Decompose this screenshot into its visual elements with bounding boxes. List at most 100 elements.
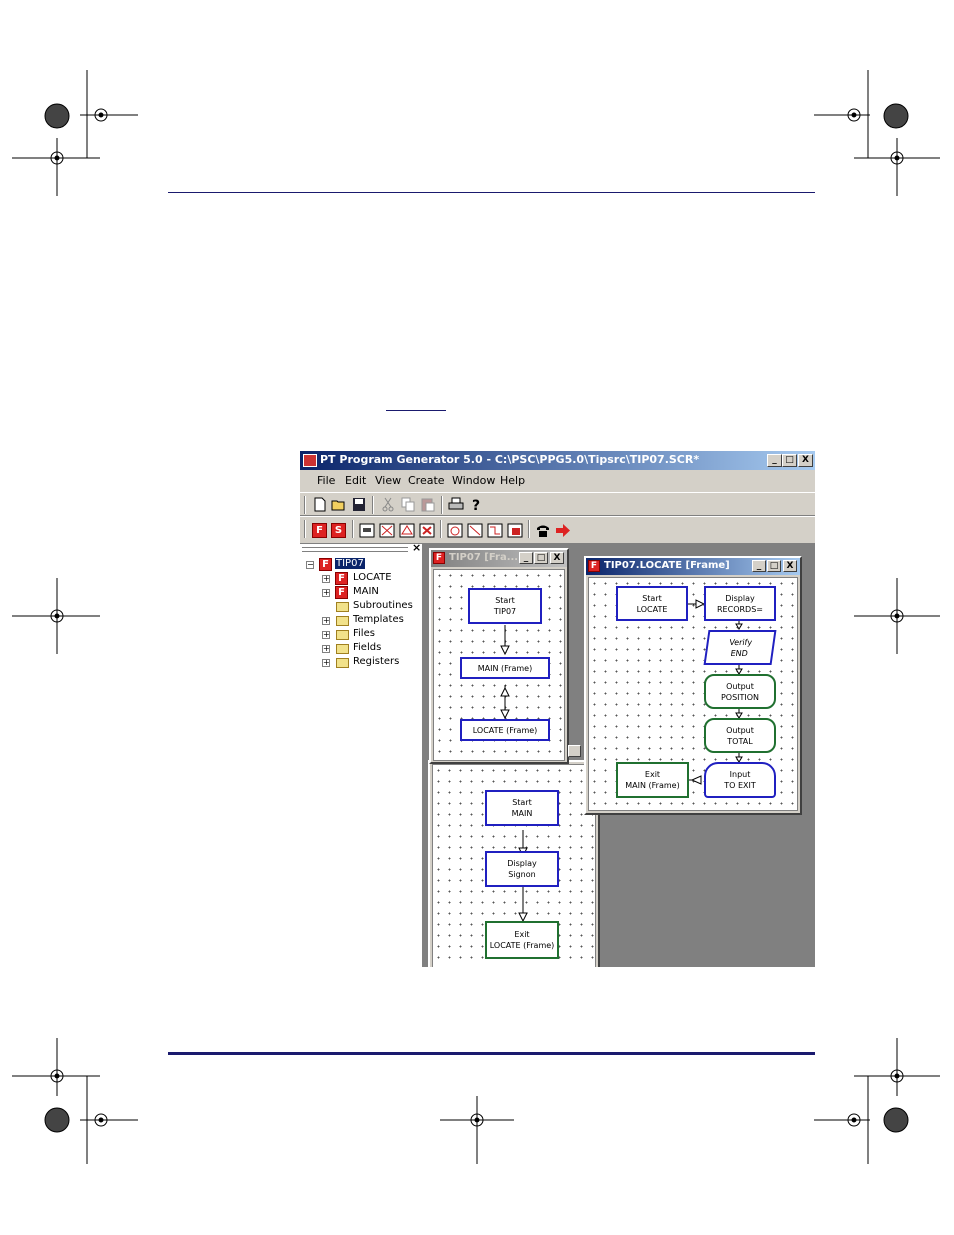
close-button[interactable]: X [798, 454, 813, 467]
menu-file[interactable]: File [317, 474, 335, 487]
node-label: TOTAL [727, 736, 753, 746]
locate-flowchart-canvas[interactable]: Start LOCATE Display RECORDS= Verify END Ou… [588, 577, 798, 811]
folder-icon [336, 616, 349, 626]
expand-icon[interactable]: + [322, 659, 330, 667]
verify-block-icon[interactable] [399, 523, 415, 538]
collapse-icon[interactable]: − [306, 561, 314, 569]
minimize-button[interactable]: _ [519, 552, 533, 564]
maximize-button[interactable]: □ [782, 454, 797, 467]
main-node-display[interactable]: Display Signon [485, 851, 559, 887]
main-frame-window[interactable]: Start MAIN Display Signon Exit LOCATE (Fram… [428, 760, 600, 967]
open-folder-icon[interactable] [331, 497, 347, 512]
tip07-node-locate-frame[interactable]: LOCATE (Frame) [460, 719, 550, 741]
folder-icon [336, 644, 349, 654]
tree-item-registers[interactable]: Registers [353, 656, 399, 667]
tree-item-locate[interactable]: LOCATE [353, 572, 392, 583]
locate-window-title: TIP07.LOCATE [Frame] [604, 560, 730, 571]
locate-frame-window[interactable]: F TIP07.LOCATE [Frame] _ □ X Start LOCAT… [584, 556, 802, 815]
folder-icon [336, 602, 349, 612]
node-label: Display [507, 859, 537, 868]
tip07-frame-window[interactable]: F TIP07 [Fra... _ □ X Start TIP07 MAIN (F… [429, 548, 569, 764]
input-block-icon[interactable] [447, 523, 463, 538]
toolbar-separator [352, 520, 354, 538]
maximize-button[interactable]: □ [534, 552, 548, 564]
exit-block-icon[interactable] [419, 523, 435, 538]
close-button[interactable]: X [550, 552, 564, 564]
node-label: POSITION [720, 692, 760, 702]
paste-icon[interactable] [420, 497, 436, 512]
frame-icon: F [335, 572, 348, 585]
node-label: Signon [508, 870, 536, 879]
tree-item-tip07[interactable]: TIP07 [335, 558, 365, 569]
tree-item-subroutines[interactable]: Subroutines [353, 600, 413, 611]
print-icon[interactable] [448, 497, 464, 512]
node-label: Exit [644, 770, 661, 779]
new-frame-icon[interactable]: F [312, 523, 327, 538]
tree-item-files[interactable]: Files [353, 628, 375, 639]
locate-node-input[interactable]: Input TO EXIT [704, 762, 776, 798]
app-title-bar[interactable]: PT Program Generator 5.0 - C:\PSC\PPG5.0… [300, 451, 815, 470]
menu-window[interactable]: Window [452, 474, 495, 487]
header-rule [168, 192, 815, 193]
expand-icon[interactable]: + [322, 631, 330, 639]
mdi-workspace: Start MAIN Display Signon Exit LOCATE (Fram… [424, 544, 815, 967]
link-block-icon[interactable] [507, 523, 523, 538]
tip07-node-start[interactable]: Start TIP07 [468, 588, 542, 624]
new-subroutine-icon[interactable]: S [331, 523, 346, 538]
display-block-icon[interactable] [379, 523, 395, 538]
tip07-flowchart-canvas[interactable]: Start TIP07 MAIN (Frame) LOCATE (Frame) [433, 569, 565, 761]
frame-icon: F [433, 552, 445, 564]
toolbar-grip [304, 496, 306, 514]
node-label: Start [512, 798, 532, 807]
maximize-button[interactable]: □ [767, 560, 781, 572]
close-button[interactable]: X [783, 560, 797, 572]
locate-node-verify[interactable]: Verify END [703, 630, 777, 665]
locate-node-exit[interactable]: Exit MAIN (Frame) [616, 762, 689, 798]
standard-toolbar: ? [300, 492, 815, 516]
locate-node-output-total[interactable]: Output TOTAL [704, 718, 776, 753]
tip07-title-bar[interactable]: F TIP07 [Fra... _ □ X [431, 550, 567, 567]
main-node-exit[interactable]: Exit LOCATE (Frame) [485, 921, 559, 959]
locate-node-start[interactable]: Start LOCATE [616, 586, 688, 621]
node-label: END [729, 648, 749, 658]
phone-icon[interactable] [535, 523, 551, 538]
expand-icon[interactable]: + [322, 589, 330, 597]
frame-icon: F [588, 560, 600, 572]
cut-icon[interactable] [380, 497, 396, 512]
locate-title-bar[interactable]: F TIP07.LOCATE [Frame] _ □ X [586, 558, 800, 575]
menu-create[interactable]: Create [408, 474, 445, 487]
node-label: RECORDS= [717, 604, 763, 614]
copy-icon[interactable] [400, 497, 416, 512]
tree-item-templates[interactable]: Templates [353, 614, 404, 625]
run-arrow-icon[interactable] [555, 523, 571, 538]
start-block-icon[interactable] [359, 523, 375, 538]
save-icon[interactable] [351, 497, 367, 512]
node-label: LOCATE (Frame) [472, 725, 538, 735]
main-flowchart-canvas[interactable]: Start MAIN Display Signon Exit LOCATE (Fram… [432, 764, 596, 967]
tree-item-fields[interactable]: Fields [353, 642, 381, 653]
node-label: MAIN (Frame) [625, 781, 680, 790]
app-window: PT Program Generator 5.0 - C:\PSC\PPG5.0… [300, 451, 815, 967]
locate-node-display[interactable]: Display RECORDS= [704, 586, 776, 621]
locate-node-output-position[interactable]: Output POSITION [704, 674, 776, 709]
tree-grip [302, 547, 408, 552]
expand-icon[interactable]: + [322, 575, 330, 583]
menu-help[interactable]: Help [500, 474, 525, 487]
app-icon[interactable] [303, 454, 317, 467]
tree-close-icon[interactable]: × [412, 541, 421, 554]
node-label: MAIN (Frame) [477, 663, 533, 673]
minimize-button[interactable]: _ [767, 454, 782, 467]
tree-item-main[interactable]: MAIN [353, 586, 379, 597]
main-node-start[interactable]: Start MAIN [485, 790, 559, 826]
menu-view[interactable]: View [375, 474, 401, 487]
restore-button[interactable] [568, 745, 581, 757]
menu-edit[interactable]: Edit [345, 474, 366, 487]
help-icon[interactable]: ? [468, 497, 484, 512]
expand-icon[interactable]: + [322, 645, 330, 653]
output-block-icon[interactable] [467, 523, 483, 538]
expand-icon[interactable]: + [322, 617, 330, 625]
connect-block-icon[interactable] [487, 523, 503, 538]
new-file-icon[interactable] [312, 497, 328, 512]
minimize-button[interactable]: _ [752, 560, 766, 572]
tip07-node-main-frame[interactable]: MAIN (Frame) [460, 657, 550, 679]
